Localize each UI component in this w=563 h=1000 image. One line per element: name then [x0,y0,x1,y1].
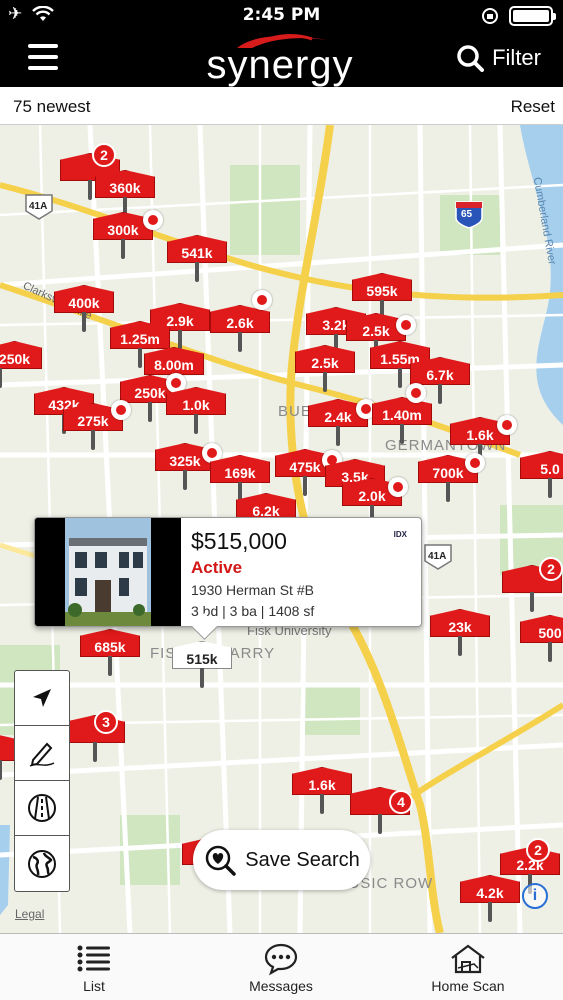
listing-price: $515,000 [191,528,287,554]
highway-shield-41a: 41A [29,201,48,212]
active-listing-dot[interactable] [465,453,485,473]
active-listing-dot[interactable] [143,210,163,230]
location-arrow-icon [33,689,51,707]
idx-badge: IDX [393,530,407,539]
listing-callout[interactable]: $515,000 Active 1930 Herman St #B 3 bd |… [34,517,422,627]
tab-messages[interactable]: Messages [221,940,341,994]
map-label-bue: BUE [278,403,312,420]
map-type-roads-button[interactable] [15,781,69,836]
cluster-count-badge[interactable]: 2 [92,143,116,167]
listing-specs: 3 bd | 3 ba | 1408 sf [191,603,315,619]
heart-search-icon [205,845,236,876]
map-info-button[interactable]: i [522,883,548,909]
road-icon [28,794,56,822]
hamburger-menu-button[interactable] [28,44,58,70]
list-icon [77,945,110,972]
battery-icon [509,6,556,26]
filter-label: Filter [492,45,541,70]
globe-icon [28,849,56,878]
draw-search-button[interactable] [15,726,69,781]
cluster-count-badge[interactable]: 4 [389,790,413,814]
bottom-tab-bar: List Messages Home Scan [0,933,563,1000]
map-type-satellite-button[interactable] [15,836,69,891]
orientation-lock-icon [482,8,498,24]
tab-home-scan-label: Home Scan [431,978,505,994]
house-photo-icon [35,518,181,626]
search-icon [457,45,485,72]
map-tools [14,670,70,892]
draw-pencil-icon [29,742,55,767]
home-scan-icon [451,944,485,974]
results-bar: 75 newest Reset [0,87,563,125]
chat-bubble-icon [264,943,298,976]
save-search-label: Save Search [245,848,360,871]
filter-button[interactable]: Filter [456,44,541,72]
reset-button[interactable]: Reset [511,97,555,117]
active-listing-dot[interactable] [497,415,517,435]
tab-list[interactable]: List [34,940,154,994]
cluster-count-badge[interactable]: 2 [539,557,563,581]
save-search-button[interactable]: Save Search [193,830,370,890]
listing-photo [35,518,181,626]
active-listing-dot[interactable] [406,383,426,403]
active-listing-dot[interactable] [396,315,416,335]
cluster-count-badge[interactable]: 3 [94,710,118,734]
active-listing-dot[interactable] [252,290,272,310]
status-bar: ✈ 2:45 PM [0,0,563,30]
results-count: 75 newest [13,97,91,116]
listing-status: Active [191,558,243,577]
brand-wordmark: synergy [206,43,354,87]
legal-link[interactable]: Legal [15,907,44,921]
active-listing-dot[interactable] [111,400,131,420]
current-location-button[interactable] [15,671,69,726]
map-view[interactable]: 41A 65 41A BUE GERMANTOWN Fisk Universit… [0,125,563,933]
interstate-shield-65: 65 [461,209,473,220]
tab-home-scan[interactable]: Home Scan [408,940,528,994]
listing-address: 1930 Herman St #B [191,582,314,598]
tab-list-label: List [83,978,105,994]
status-time: 2:45 PM [242,5,321,25]
info-icon: i [532,887,538,904]
active-listing-dot[interactable] [388,477,408,497]
cluster-count-badge[interactable]: 2 [526,838,550,862]
status-right [481,6,556,26]
tab-messages-label: Messages [249,978,313,994]
highway-shield-41a-south: 41A [428,551,447,562]
app-header: ✈ 2:45 PM synergy Filter [0,0,563,87]
synergy-logo: synergy [190,30,370,87]
